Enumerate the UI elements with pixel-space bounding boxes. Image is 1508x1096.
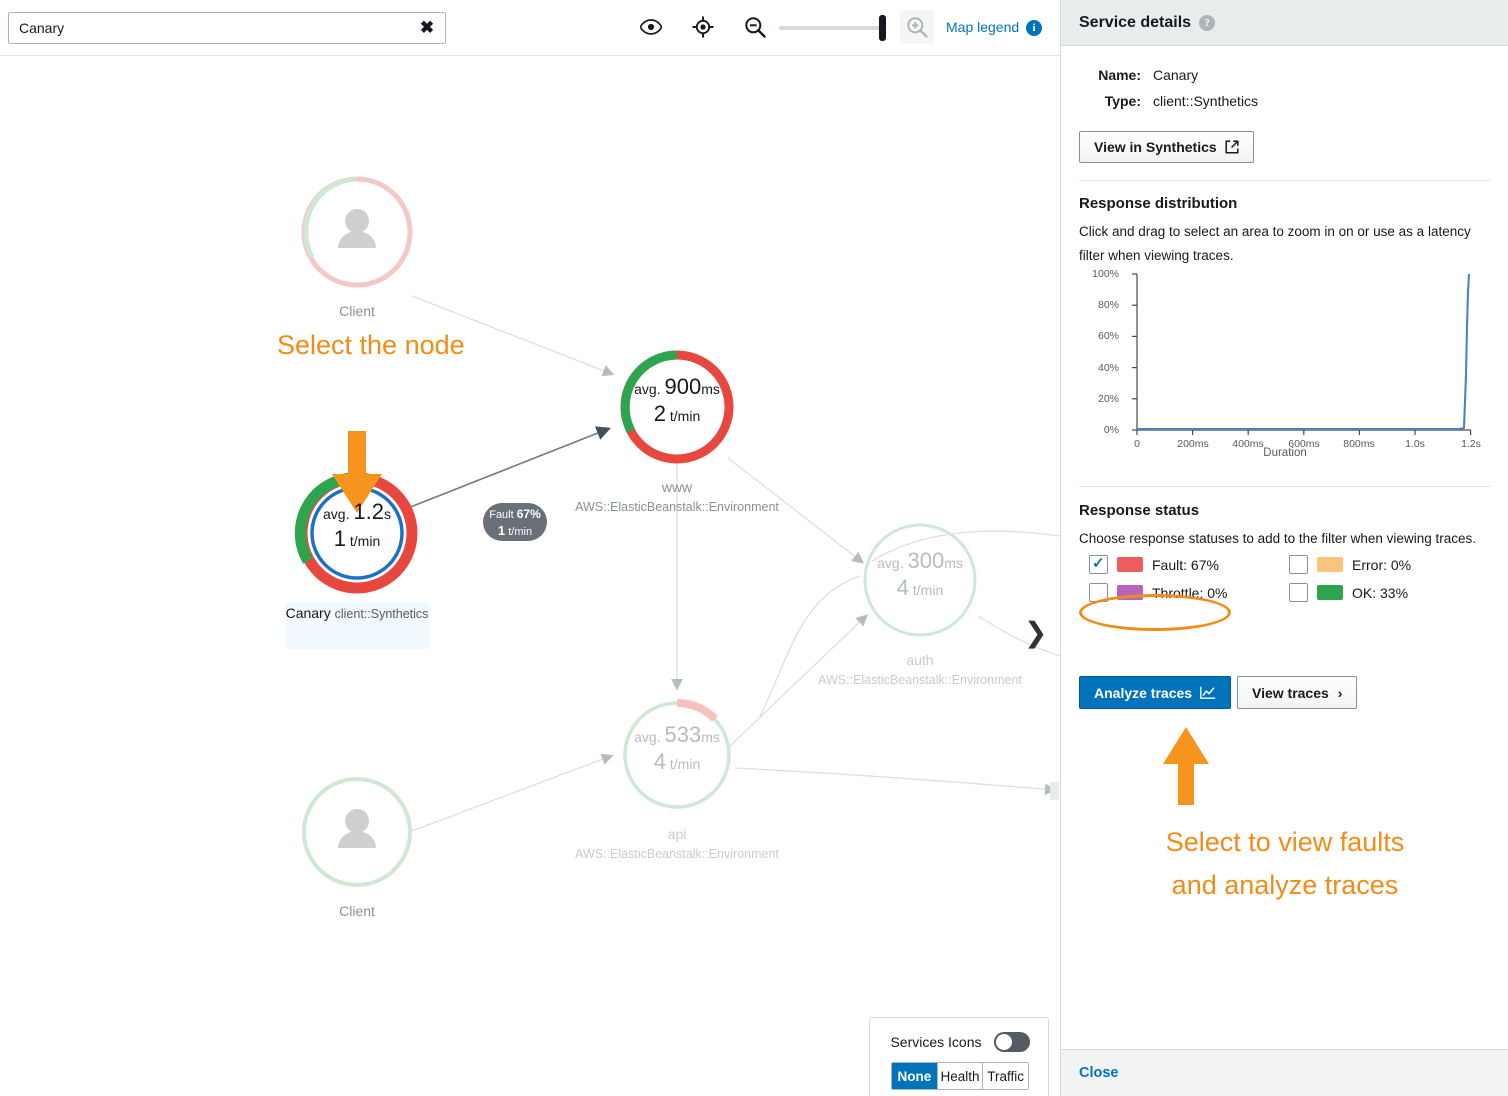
ok-checkbox[interactable]	[1289, 583, 1308, 602]
expand-panel-chevron-icon[interactable]: ❯	[1024, 616, 1047, 649]
help-icon[interactable]: ?	[1199, 15, 1215, 31]
panel-body: Name: Canary Type: client::Synthetics Vi…	[1061, 46, 1508, 1049]
throttle-checkbox[interactable]	[1089, 583, 1108, 602]
chart-ytick-20: 20%	[1079, 393, 1119, 405]
detail-type-value: client::Synthetics	[1153, 93, 1258, 109]
chevron-right-icon: ›	[1338, 685, 1343, 701]
node-label-www[interactable]: www AWS::ElasticBeanstalk::Environment	[547, 477, 807, 517]
status-filter-throttle[interactable]: Throttle: 0%	[1089, 583, 1227, 602]
service-details-panel: Service details ? Name: Canary Type: cli…	[1060, 0, 1508, 1096]
panel-callout-text: Select to view faults and analyze traces	[1061, 821, 1508, 907]
callout-select-node: Select the node	[277, 330, 465, 361]
map-display-controls: Services Icons None Health Traffic No no…	[869, 1017, 1049, 1096]
close-button[interactable]: Close	[1079, 1065, 1119, 1081]
search-input[interactable]	[9, 13, 409, 43]
info-icon[interactable]: i	[1026, 20, 1042, 36]
response-distribution-title: Response distribution	[1079, 195, 1237, 212]
panel-callout-line2: and analyze traces	[1061, 864, 1508, 907]
chart-x-axis-label: Duration	[1079, 447, 1491, 459]
view-traces-button[interactable]: View traces ›	[1237, 676, 1357, 709]
error-checkbox[interactable]	[1289, 555, 1308, 574]
chart-ytick-0: 0%	[1079, 424, 1119, 436]
map-toolbar: ✖ Map leg	[0, 0, 1060, 56]
eye-icon[interactable]	[634, 10, 668, 44]
panel-footer: Close	[1061, 1049, 1508, 1096]
status-filter-ok[interactable]: OK: 33%	[1289, 583, 1408, 602]
fault-checkbox[interactable]	[1089, 555, 1108, 574]
node-label-canary[interactable]: Canary client::Synthetics	[227, 602, 487, 625]
zoom-slider-handle[interactable]	[879, 15, 886, 41]
status-filter-fault[interactable]: Fault: 67%	[1089, 555, 1219, 574]
response-status-description: Choose response statuses to add to the f…	[1079, 527, 1493, 551]
analyze-traces-label: Analyze traces	[1094, 685, 1192, 701]
zoom-out-icon[interactable]	[738, 10, 772, 44]
zoom-slider[interactable]	[779, 26, 885, 30]
panel-header: Service details ?	[1061, 0, 1508, 46]
response-status-title: Response status	[1079, 502, 1199, 519]
toggle-knob	[996, 1034, 1012, 1050]
node-label-client-bottom: Client	[227, 901, 487, 921]
fault-color-swatch	[1117, 557, 1143, 572]
clear-search-icon[interactable]: ✖	[415, 17, 439, 39]
map-legend-link[interactable]: Map legend	[946, 19, 1019, 35]
panel-title: Service details	[1079, 14, 1191, 32]
view-traces-label: View traces	[1252, 685, 1329, 701]
node-label-api[interactable]: api AWS::ElasticBeanstalk::Environment	[547, 824, 807, 864]
service-map-canvas[interactable]: Client Client Canary client::Synthetics …	[0, 56, 1060, 1096]
fault-label: Fault: 67%	[1152, 557, 1219, 573]
detail-name-value: Canary	[1153, 67, 1198, 83]
detail-name-key: Name:	[1079, 67, 1141, 83]
panel-callout-arrow-up	[1146, 724, 1226, 824]
error-label: Error: 0%	[1352, 557, 1411, 573]
panel-divider-1	[1079, 180, 1491, 181]
node-label-auth[interactable]: auth AWS::ElasticBeanstalk::Environment	[790, 650, 1050, 690]
chart-line-icon	[1200, 686, 1216, 699]
eye-glyph	[640, 19, 662, 35]
error-color-swatch	[1317, 557, 1343, 572]
detail-type-key: Type:	[1079, 93, 1141, 109]
search-box[interactable]: ✖	[8, 12, 446, 44]
node-label-client-top: Client	[227, 301, 487, 321]
ok-color-swatch	[1317, 585, 1343, 600]
service-map-graph	[0, 56, 1060, 1096]
chart-ytick-40: 40%	[1079, 362, 1119, 374]
chart-ytick-100: 100%	[1079, 268, 1119, 280]
seg-health[interactable]: Health	[938, 1063, 984, 1089]
zoom-in-glyph	[906, 16, 928, 38]
seg-traffic[interactable]: Traffic	[983, 1063, 1028, 1089]
services-icons-label: Services Icons	[890, 1034, 981, 1050]
panel-callout-line1: Select to view faults	[1061, 821, 1508, 864]
chart-ytick-80: 80%	[1079, 299, 1119, 311]
analyze-traces-button[interactable]: Analyze traces	[1079, 676, 1231, 709]
chart-svg	[1079, 262, 1491, 462]
panel-divider-2	[1079, 486, 1491, 487]
throttle-label: Throttle: 0%	[1152, 585, 1227, 601]
external-link-icon	[1225, 140, 1239, 154]
response-distribution-chart[interactable]: 100% 80% 60% 40% 20% 0% 0 200ms 400ms 60…	[1079, 262, 1491, 462]
node-sizing-segmented-control[interactable]: None Health Traffic	[891, 1062, 1029, 1090]
seg-none[interactable]: None	[892, 1063, 938, 1089]
services-icons-row: Services Icons	[870, 1030, 1050, 1054]
ok-label: OK: 33%	[1352, 585, 1408, 601]
chart-ytick-60: 60%	[1079, 330, 1119, 342]
view-in-synthetics-label: View in Synthetics	[1094, 139, 1217, 155]
services-icons-toggle[interactable]	[994, 1032, 1030, 1052]
center-target-icon[interactable]	[686, 10, 720, 44]
zoom-out-glyph	[744, 16, 766, 38]
response-distribution-description: Click and drag to select an area to zoom…	[1079, 220, 1493, 268]
edge-badge-fault[interactable]: Fault 67% 1 t/min	[483, 503, 547, 541]
view-in-synthetics-button[interactable]: View in Synthetics	[1079, 131, 1254, 163]
status-filter-error[interactable]: Error: 0%	[1289, 555, 1411, 574]
throttle-color-swatch	[1117, 585, 1143, 600]
zoom-in-icon[interactable]	[900, 10, 934, 44]
center-target-glyph	[692, 16, 714, 38]
